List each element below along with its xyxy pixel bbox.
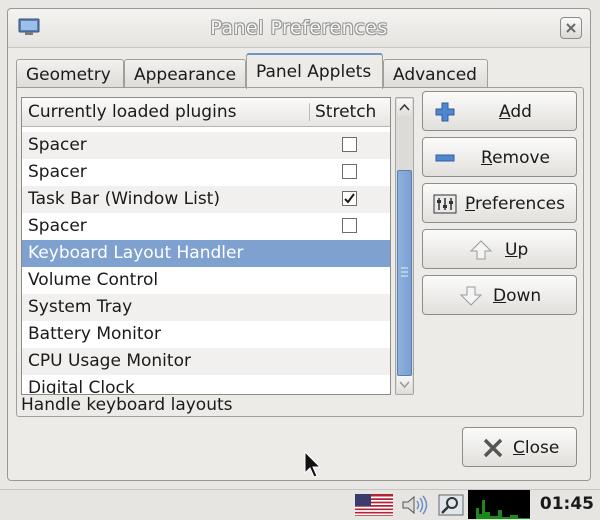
plus-icon <box>435 102 455 122</box>
list-item[interactable]: Battery Monitor <box>22 321 390 348</box>
us-flag-icon[interactable] <box>355 494 393 516</box>
network-search-icon[interactable] <box>437 493 465 517</box>
tab-advanced[interactable]: Advanced <box>383 59 488 87</box>
close-button[interactable]: Close <box>462 427 577 467</box>
preferences-button[interactable]: Preferences <box>422 183 577 223</box>
plugin-name: Keyboard Layout Handler <box>28 243 244 263</box>
remove-button-label: Remove <box>481 148 551 168</box>
system-taskbar: 01:45 <box>0 489 600 520</box>
tab-geometry[interactable]: Geometry <box>16 59 124 87</box>
list-header: Currently loaded plugins Stretch <box>22 98 390 127</box>
scroll-up-button[interactable] <box>397 99 412 116</box>
list-item[interactable]: Digital Clock <box>22 375 390 395</box>
scroll-down-button[interactable] <box>397 376 412 393</box>
column-header-plugins[interactable]: Currently loaded plugins <box>28 102 236 122</box>
list-item[interactable]: Spacer <box>22 132 390 159</box>
move-down-button[interactable]: Down <box>422 275 577 315</box>
plugin-name: Spacer <box>28 135 87 155</box>
list-item[interactable]: System Tray <box>22 294 390 321</box>
column-separator <box>309 103 310 121</box>
plugin-name: Volume Control <box>28 270 159 290</box>
stretch-checkbox[interactable] <box>342 218 357 233</box>
add-button-label: Add <box>499 102 532 122</box>
list-scrollbar[interactable] <box>395 97 414 395</box>
arrow-down-icon <box>459 286 483 306</box>
plugin-name: CPU Usage Monitor <box>28 351 191 371</box>
add-button[interactable]: Add <box>422 91 577 131</box>
cpu-usage-graph-icon <box>468 490 530 519</box>
close-button-label: Close <box>513 438 560 458</box>
list-item[interactable]: Spacer <box>22 159 390 186</box>
stretch-checkbox[interactable] <box>342 191 357 206</box>
chevron-up-icon <box>399 103 410 111</box>
plugin-name: System Tray <box>28 297 133 317</box>
plugin-name: Spacer <box>28 162 87 182</box>
window-title: Panel Preferences <box>210 17 388 39</box>
stretch-checkbox[interactable] <box>342 164 357 179</box>
column-header-stretch[interactable]: Stretch <box>315 102 376 122</box>
chevron-down-icon <box>399 381 410 389</box>
grip-icon <box>401 267 408 277</box>
close-icon <box>483 438 503 458</box>
plugin-name: Digital Clock <box>28 378 135 395</box>
arrow-up-icon <box>469 240 493 260</box>
plugin-name: Battery Monitor <box>28 324 161 344</box>
list-item[interactable]: Spacer <box>22 213 390 240</box>
plugin-name: Task Bar (Window List) <box>28 189 220 209</box>
move-up-button[interactable]: Up <box>422 229 577 269</box>
clock[interactable]: 01:45 <box>540 494 594 514</box>
stretch-checkbox[interactable] <box>342 137 357 152</box>
plugin-name: Spacer <box>28 216 87 236</box>
close-icon <box>566 23 576 33</box>
move-up-button-label: Up <box>505 240 529 260</box>
preferences-icon <box>433 194 457 214</box>
minus-icon <box>435 154 455 162</box>
panel-preferences-window: Panel Preferences Geometry Appearance Pa… <box>7 8 591 481</box>
checkmark-icon <box>344 193 355 204</box>
list-item-selected[interactable]: Keyboard Layout Handler <box>22 240 390 267</box>
plugins-list[interactable]: Currently loaded plugins Stretch Spacer … <box>21 97 391 395</box>
list-item[interactable]: Task Bar (Window List) <box>22 186 390 213</box>
remove-button[interactable]: Remove <box>422 137 577 177</box>
list-item[interactable]: Volume Control <box>22 267 390 294</box>
tab-appearance[interactable]: Appearance <box>124 59 246 87</box>
scroll-thumb[interactable] <box>397 170 412 376</box>
window-close-button[interactable] <box>560 17 582 39</box>
tab-panel-applets[interactable]: Panel Applets <box>246 53 383 89</box>
title-bar[interactable]: Panel Preferences <box>8 9 590 48</box>
move-down-button-label: Down <box>493 286 542 306</box>
list-item[interactable]: CPU Usage Monitor <box>22 348 390 375</box>
plugin-description: Handle keyboard layouts <box>21 395 233 415</box>
volume-icon[interactable] <box>400 493 432 517</box>
mouse-cursor-icon <box>304 451 322 478</box>
preferences-button-label: Preferences <box>465 194 565 214</box>
